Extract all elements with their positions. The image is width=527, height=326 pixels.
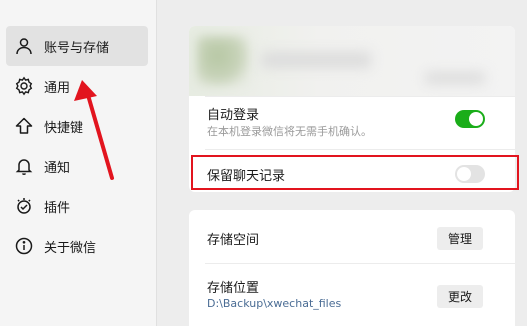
toggle-knob bbox=[469, 112, 483, 126]
change-location-button[interactable]: 更改 bbox=[437, 285, 483, 308]
account-profile-blurred[interactable] bbox=[189, 26, 515, 96]
sidebar-item-label: 插件 bbox=[44, 200, 71, 216]
storage-path-link[interactable]: D:\Backup\xwechat_files bbox=[207, 297, 341, 310]
sidebar-item-label: 关于微信 bbox=[44, 240, 97, 256]
manage-storage-button[interactable]: 管理 bbox=[437, 227, 483, 250]
account-name-blurred bbox=[261, 52, 371, 68]
storage-location-title: 存储位置 bbox=[207, 281, 260, 296]
settings-window: 账号与存储 通用 快捷键 通知 插件 关于微信 自动登录 在本机登录微信将无需手… bbox=[0, 0, 527, 326]
user-icon bbox=[14, 36, 34, 56]
bell-icon bbox=[14, 156, 34, 176]
sidebar-item-label: 账号与存储 bbox=[44, 40, 110, 56]
sidebar-item-plugins[interactable]: 插件 bbox=[6, 186, 148, 226]
storage-space-title: 存储空间 bbox=[207, 233, 260, 248]
keep-history-highlight-box bbox=[191, 155, 519, 190]
storage-card: 存储空间 管理 存储位置 D:\Backup\xwechat_files 更改 bbox=[189, 210, 515, 326]
divider bbox=[205, 149, 515, 150]
divider bbox=[205, 263, 515, 264]
plugin-icon bbox=[14, 196, 34, 216]
account-action-blurred bbox=[425, 72, 485, 84]
divider bbox=[205, 96, 515, 97]
auto-login-subtitle: 在本机登录微信将无需手机确认。 bbox=[207, 125, 372, 138]
sidebar-item-label: 通知 bbox=[44, 160, 71, 176]
info-icon bbox=[14, 236, 34, 256]
avatar bbox=[197, 36, 249, 86]
shortcut-arrow-icon bbox=[14, 116, 34, 136]
sidebar-item-label: 通用 bbox=[44, 80, 71, 96]
auto-login-title: 自动登录 bbox=[207, 108, 260, 123]
gear-icon bbox=[14, 76, 34, 96]
sidebar-item-about[interactable]: 关于微信 bbox=[6, 226, 148, 266]
annotation-arrow bbox=[74, 80, 114, 180]
auto-login-toggle[interactable] bbox=[455, 110, 485, 128]
sidebar-item-account-storage[interactable]: 账号与存储 bbox=[6, 26, 148, 66]
